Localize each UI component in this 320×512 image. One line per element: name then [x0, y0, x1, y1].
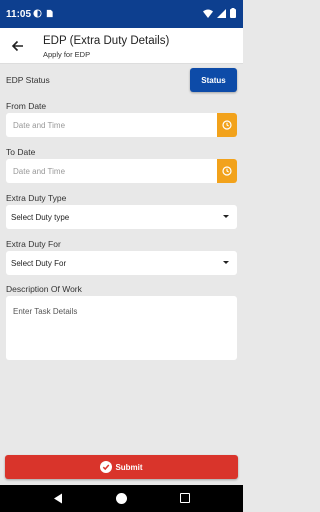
clock-icon [222, 166, 232, 176]
app-bar: EDP (Extra Duty Details) Apply for EDP [0, 28, 243, 64]
wifi-icon [203, 9, 213, 18]
from-date-picker-button[interactable] [217, 113, 237, 137]
from-date-input[interactable]: Date and Time [6, 113, 237, 137]
nav-home-icon[interactable] [116, 493, 127, 504]
notification-icon [33, 9, 42, 18]
signal-icon [217, 8, 226, 18]
page-title: EDP (Extra Duty Details) [43, 35, 170, 47]
system-nav-bar [0, 485, 243, 512]
to-date-picker-button[interactable] [217, 159, 237, 183]
nav-recents-icon[interactable] [180, 493, 190, 503]
arrow-left-icon [11, 40, 23, 52]
status-left-icons [33, 9, 54, 18]
page-subtitle: Apply for EDP [43, 50, 91, 59]
duty-for-label: Extra Duty For [6, 239, 61, 249]
edp-status-label: EDP Status [6, 75, 50, 85]
battery-icon [230, 8, 236, 18]
duty-type-label: Extra Duty Type [6, 193, 67, 203]
duty-for-select[interactable]: Select Duty For [6, 251, 237, 275]
status-right-icons [203, 8, 236, 18]
duty-for-value: Select Duty For [11, 259, 67, 268]
from-date-placeholder: Date and Time [13, 121, 66, 130]
status-button[interactable]: Status [190, 68, 237, 92]
to-date-placeholder: Date and Time [13, 167, 66, 176]
status-bar: 11:05 [0, 0, 243, 28]
back-button[interactable] [7, 36, 27, 56]
duty-type-select[interactable]: Select Duty type [6, 205, 237, 229]
description-placeholder: Enter Task Details [13, 307, 78, 316]
to-date-label: To Date [6, 147, 36, 157]
sim-card-icon [46, 9, 53, 18]
to-date-input[interactable]: Date and Time [6, 159, 237, 183]
status-time: 11:05 [6, 9, 32, 20]
dropdown-arrow-icon [223, 261, 229, 264]
description-textarea[interactable]: Enter Task Details [6, 296, 237, 360]
description-label: Description Of Work [6, 284, 82, 294]
nav-back-icon[interactable] [53, 493, 63, 504]
clock-icon [222, 120, 232, 130]
dropdown-arrow-icon [223, 215, 229, 218]
check-circle-icon [100, 461, 113, 473]
submit-label: Submit [115, 462, 143, 472]
duty-type-value: Select Duty type [11, 213, 70, 222]
from-date-label: From Date [6, 101, 47, 111]
submit-button[interactable]: Submit [5, 455, 238, 479]
